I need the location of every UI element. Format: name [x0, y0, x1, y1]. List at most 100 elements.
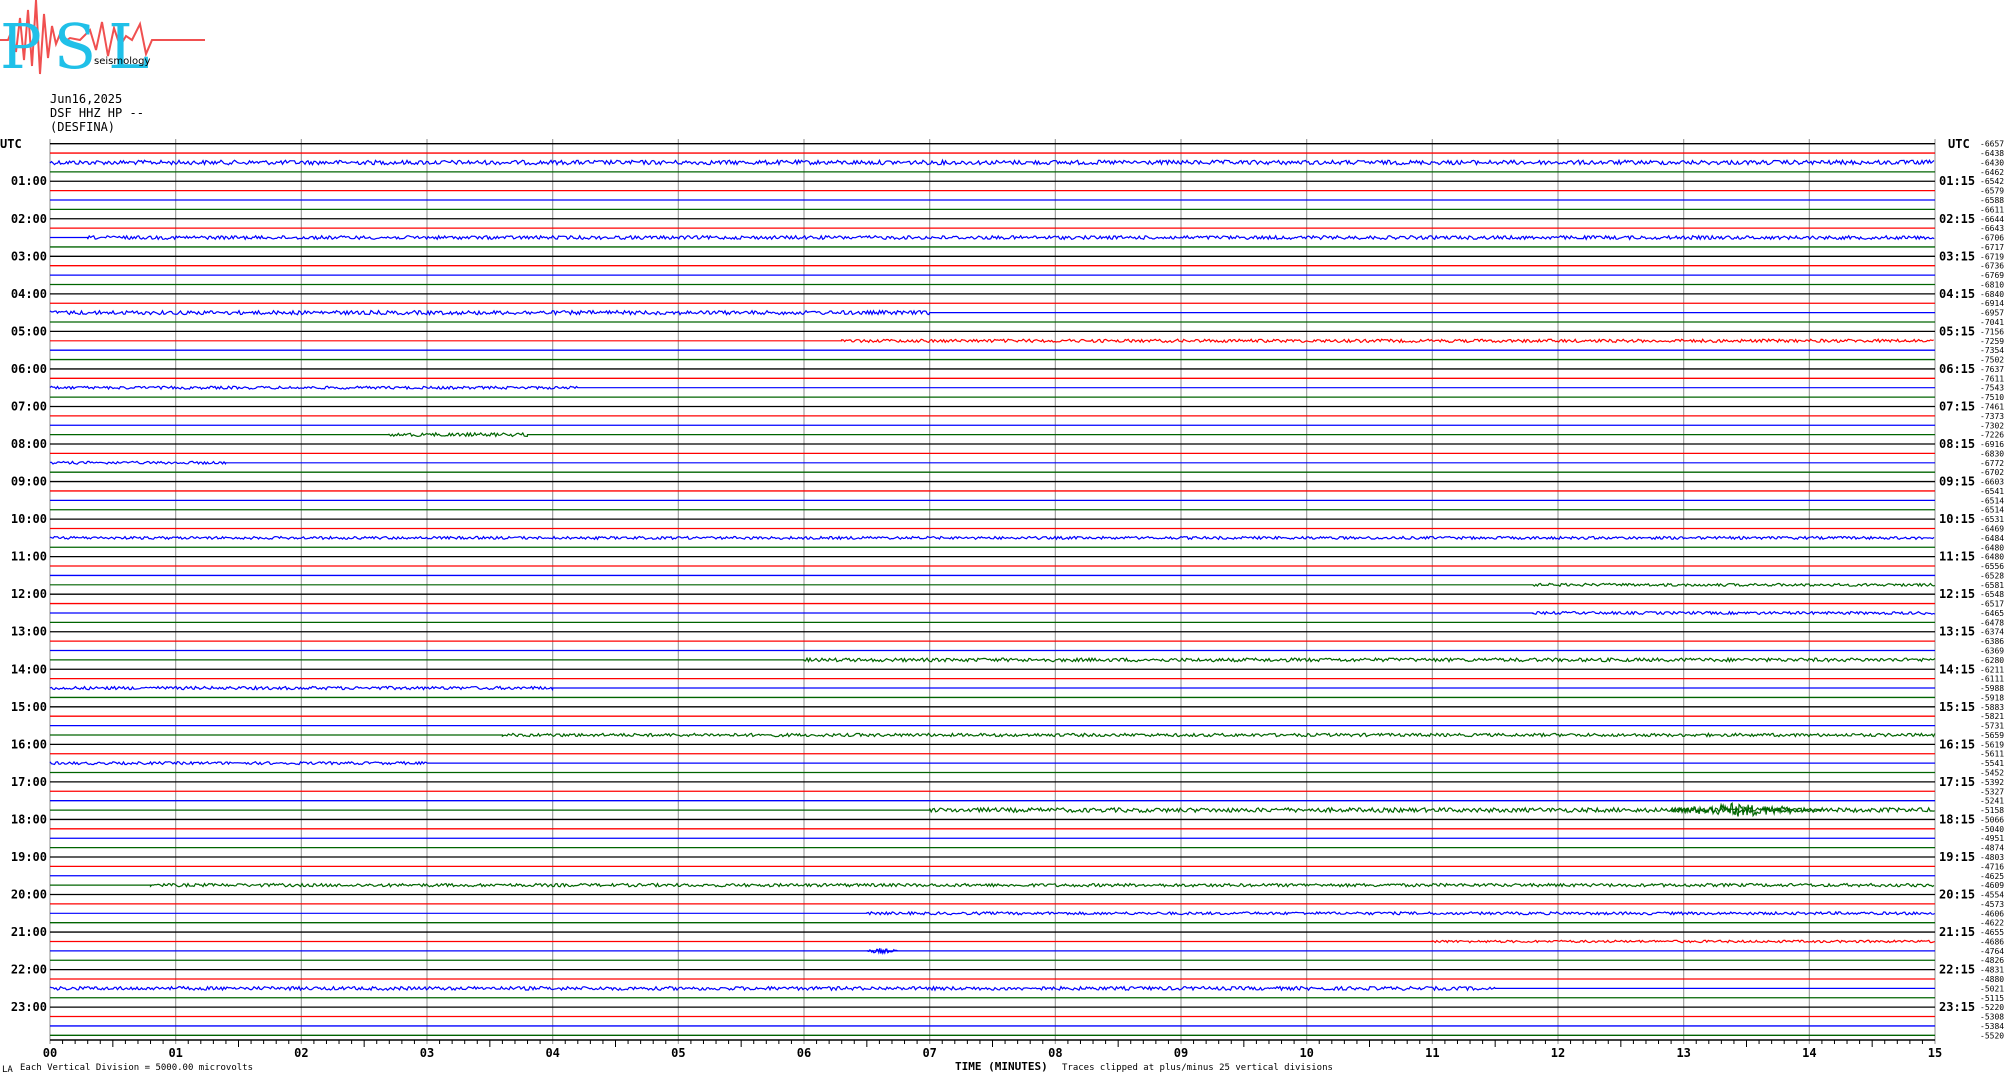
x-tick-label: 02	[294, 1046, 308, 1060]
trace-offset-label: -7510	[1980, 393, 2004, 402]
trace-offset-label: -5220	[1980, 1003, 2004, 1012]
trace-offset-label: -7259	[1980, 337, 2004, 346]
left-time-label: 09:00	[11, 475, 47, 489]
corner-mark: LA	[2, 1065, 13, 1075]
x-tick-label: 04	[545, 1046, 559, 1060]
trace-offset-label: -4655	[1980, 928, 2004, 937]
right-time-label: 18:15	[1939, 812, 1975, 826]
x-tick-label: 07	[922, 1046, 936, 1060]
right-time-label: 07:15	[1939, 399, 1975, 413]
trace-line	[50, 338, 1934, 344]
left-time-label: 18:00	[11, 812, 47, 826]
right-time-label: 22:15	[1939, 963, 1975, 977]
trace-offset-label: -6772	[1980, 459, 2004, 468]
trace-offset-label: -6480	[1980, 553, 2004, 562]
trace-line	[49, 985, 1935, 992]
trace-offset-label: -6810	[1980, 280, 2004, 289]
trace-offset-label: -6840	[1980, 290, 2004, 299]
trace-offset-label: -6438	[1980, 149, 2004, 158]
trace-offset-label: -5327	[1980, 787, 2004, 796]
trace-line	[49, 535, 1935, 541]
right-time-label: 02:15	[1939, 212, 1975, 226]
left-time-label: 11:00	[11, 550, 47, 564]
event-markers	[866, 801, 1822, 956]
trace-offset-label: -6702	[1980, 468, 2004, 477]
left-time-label: 07:00	[11, 399, 47, 413]
x-tick-label: 11	[1425, 1046, 1439, 1060]
trace-offset-label: -5541	[1980, 759, 2004, 768]
helicorder-chart: 00 01 02 03 04 05 06 07 08 09 10 11 12 13 14 15-6657-64…	[0, 137, 2004, 1075]
trace-offset-label: -6430	[1980, 158, 2004, 167]
trace-offset-label: -5520	[1980, 1031, 2004, 1040]
right-time-label: 23:15	[1939, 1000, 1975, 1014]
trace-offset-label: -6484	[1980, 534, 2004, 543]
x-tick-label: 12	[1551, 1046, 1565, 1060]
trace-offset-label: -7611	[1980, 374, 2004, 383]
trace-offset-label: -6643	[1980, 224, 2004, 233]
trace-offset-label: -4831	[1980, 966, 2004, 975]
right-time-label: 14:15	[1939, 662, 1975, 676]
right-time-label: 10:15	[1939, 512, 1975, 526]
trace-line	[50, 582, 1936, 588]
trace-offset-label: -6531	[1980, 515, 2004, 524]
trace-offset-label: -6280	[1980, 656, 2004, 665]
left-time-label: 20:00	[11, 888, 47, 902]
x-tick-label: 01	[168, 1046, 182, 1060]
x-tick-label: 13	[1676, 1046, 1690, 1060]
trace-offset-label: -7543	[1980, 384, 2004, 393]
earthquake-event-trace	[866, 948, 899, 956]
trace-line	[50, 610, 1936, 616]
trace-line	[49, 309, 1935, 316]
trace-offset-label: -6528	[1980, 571, 2004, 580]
trace-offset-label: -6369	[1980, 647, 2004, 656]
trace-offset-label: -6465	[1980, 609, 2004, 618]
trace-offset-label: -6462	[1980, 168, 2004, 177]
earthquake-event-trace	[1670, 801, 1822, 818]
trace-line	[50, 234, 1935, 241]
trace-offset-label: -6541	[1980, 487, 2004, 496]
trace-offset-label: -6548	[1980, 590, 2004, 599]
trace-offset-label: -6719	[1980, 252, 2004, 261]
left-time-label: 13:00	[11, 625, 47, 639]
right-time-label: 16:15	[1939, 737, 1975, 751]
trace-offset-label: -5021	[1980, 984, 2004, 993]
left-time-label: 17:00	[11, 775, 47, 789]
trace-offset-label: -6769	[1980, 271, 2004, 280]
trace-offset-label: -7041	[1980, 318, 2004, 327]
trace-offset-label: -6611	[1980, 205, 2004, 214]
left-time-label: 05:00	[11, 324, 47, 338]
left-time-label: 16:00	[11, 737, 47, 751]
x-axis-title: TIME (MINUTES)	[955, 1060, 1048, 1073]
trace-offset-label: -6478	[1980, 618, 2004, 627]
trace-line	[50, 882, 1935, 888]
left-time-label: 04:00	[11, 287, 47, 301]
trace-offset-label: -5659	[1980, 731, 2004, 740]
trace-offset-label: -5883	[1980, 703, 2004, 712]
trace-offset-label: -6657	[1980, 140, 2004, 149]
trace-line	[49, 760, 1935, 766]
trace-offset-label: -6556	[1980, 562, 2004, 571]
trace-offset-label: -4554	[1980, 891, 2004, 900]
trace-offset-label: -4874	[1980, 844, 2004, 853]
left-time-label: 19:00	[11, 850, 47, 864]
trace-offset-label: -5731	[1980, 722, 2004, 731]
trace-offset-label: -6211	[1980, 665, 2004, 674]
right-time-label: 17:15	[1939, 775, 1975, 789]
trace-offset-label: -4764	[1980, 947, 2004, 956]
footer-note-right: Traces clipped at plus/minus 25 vertical…	[1062, 1063, 1333, 1073]
x-tick-label: 10	[1299, 1046, 1313, 1060]
trace-offset-label: -5821	[1980, 712, 2004, 721]
trace-offset-label: -5611	[1980, 750, 2004, 759]
right-time-label: 04:15	[1939, 287, 1975, 301]
trace-offset-label: -6957	[1980, 309, 2004, 318]
trace-offset-label: -5066	[1980, 815, 2004, 824]
trace-offset-label: -6386	[1980, 637, 2004, 646]
right-time-label: 08:15	[1939, 437, 1975, 451]
trace-offset-label: -4606	[1980, 909, 2004, 918]
trace-offset-label: -6579	[1980, 187, 2004, 196]
left-time-label: 21:00	[11, 925, 47, 939]
trace-offset-label: -6374	[1980, 628, 2004, 637]
trace-offset-label: -7156	[1980, 327, 2004, 336]
trace-offset-label: -7637	[1980, 365, 2004, 374]
trace-offset-label: -6514	[1980, 506, 2004, 515]
